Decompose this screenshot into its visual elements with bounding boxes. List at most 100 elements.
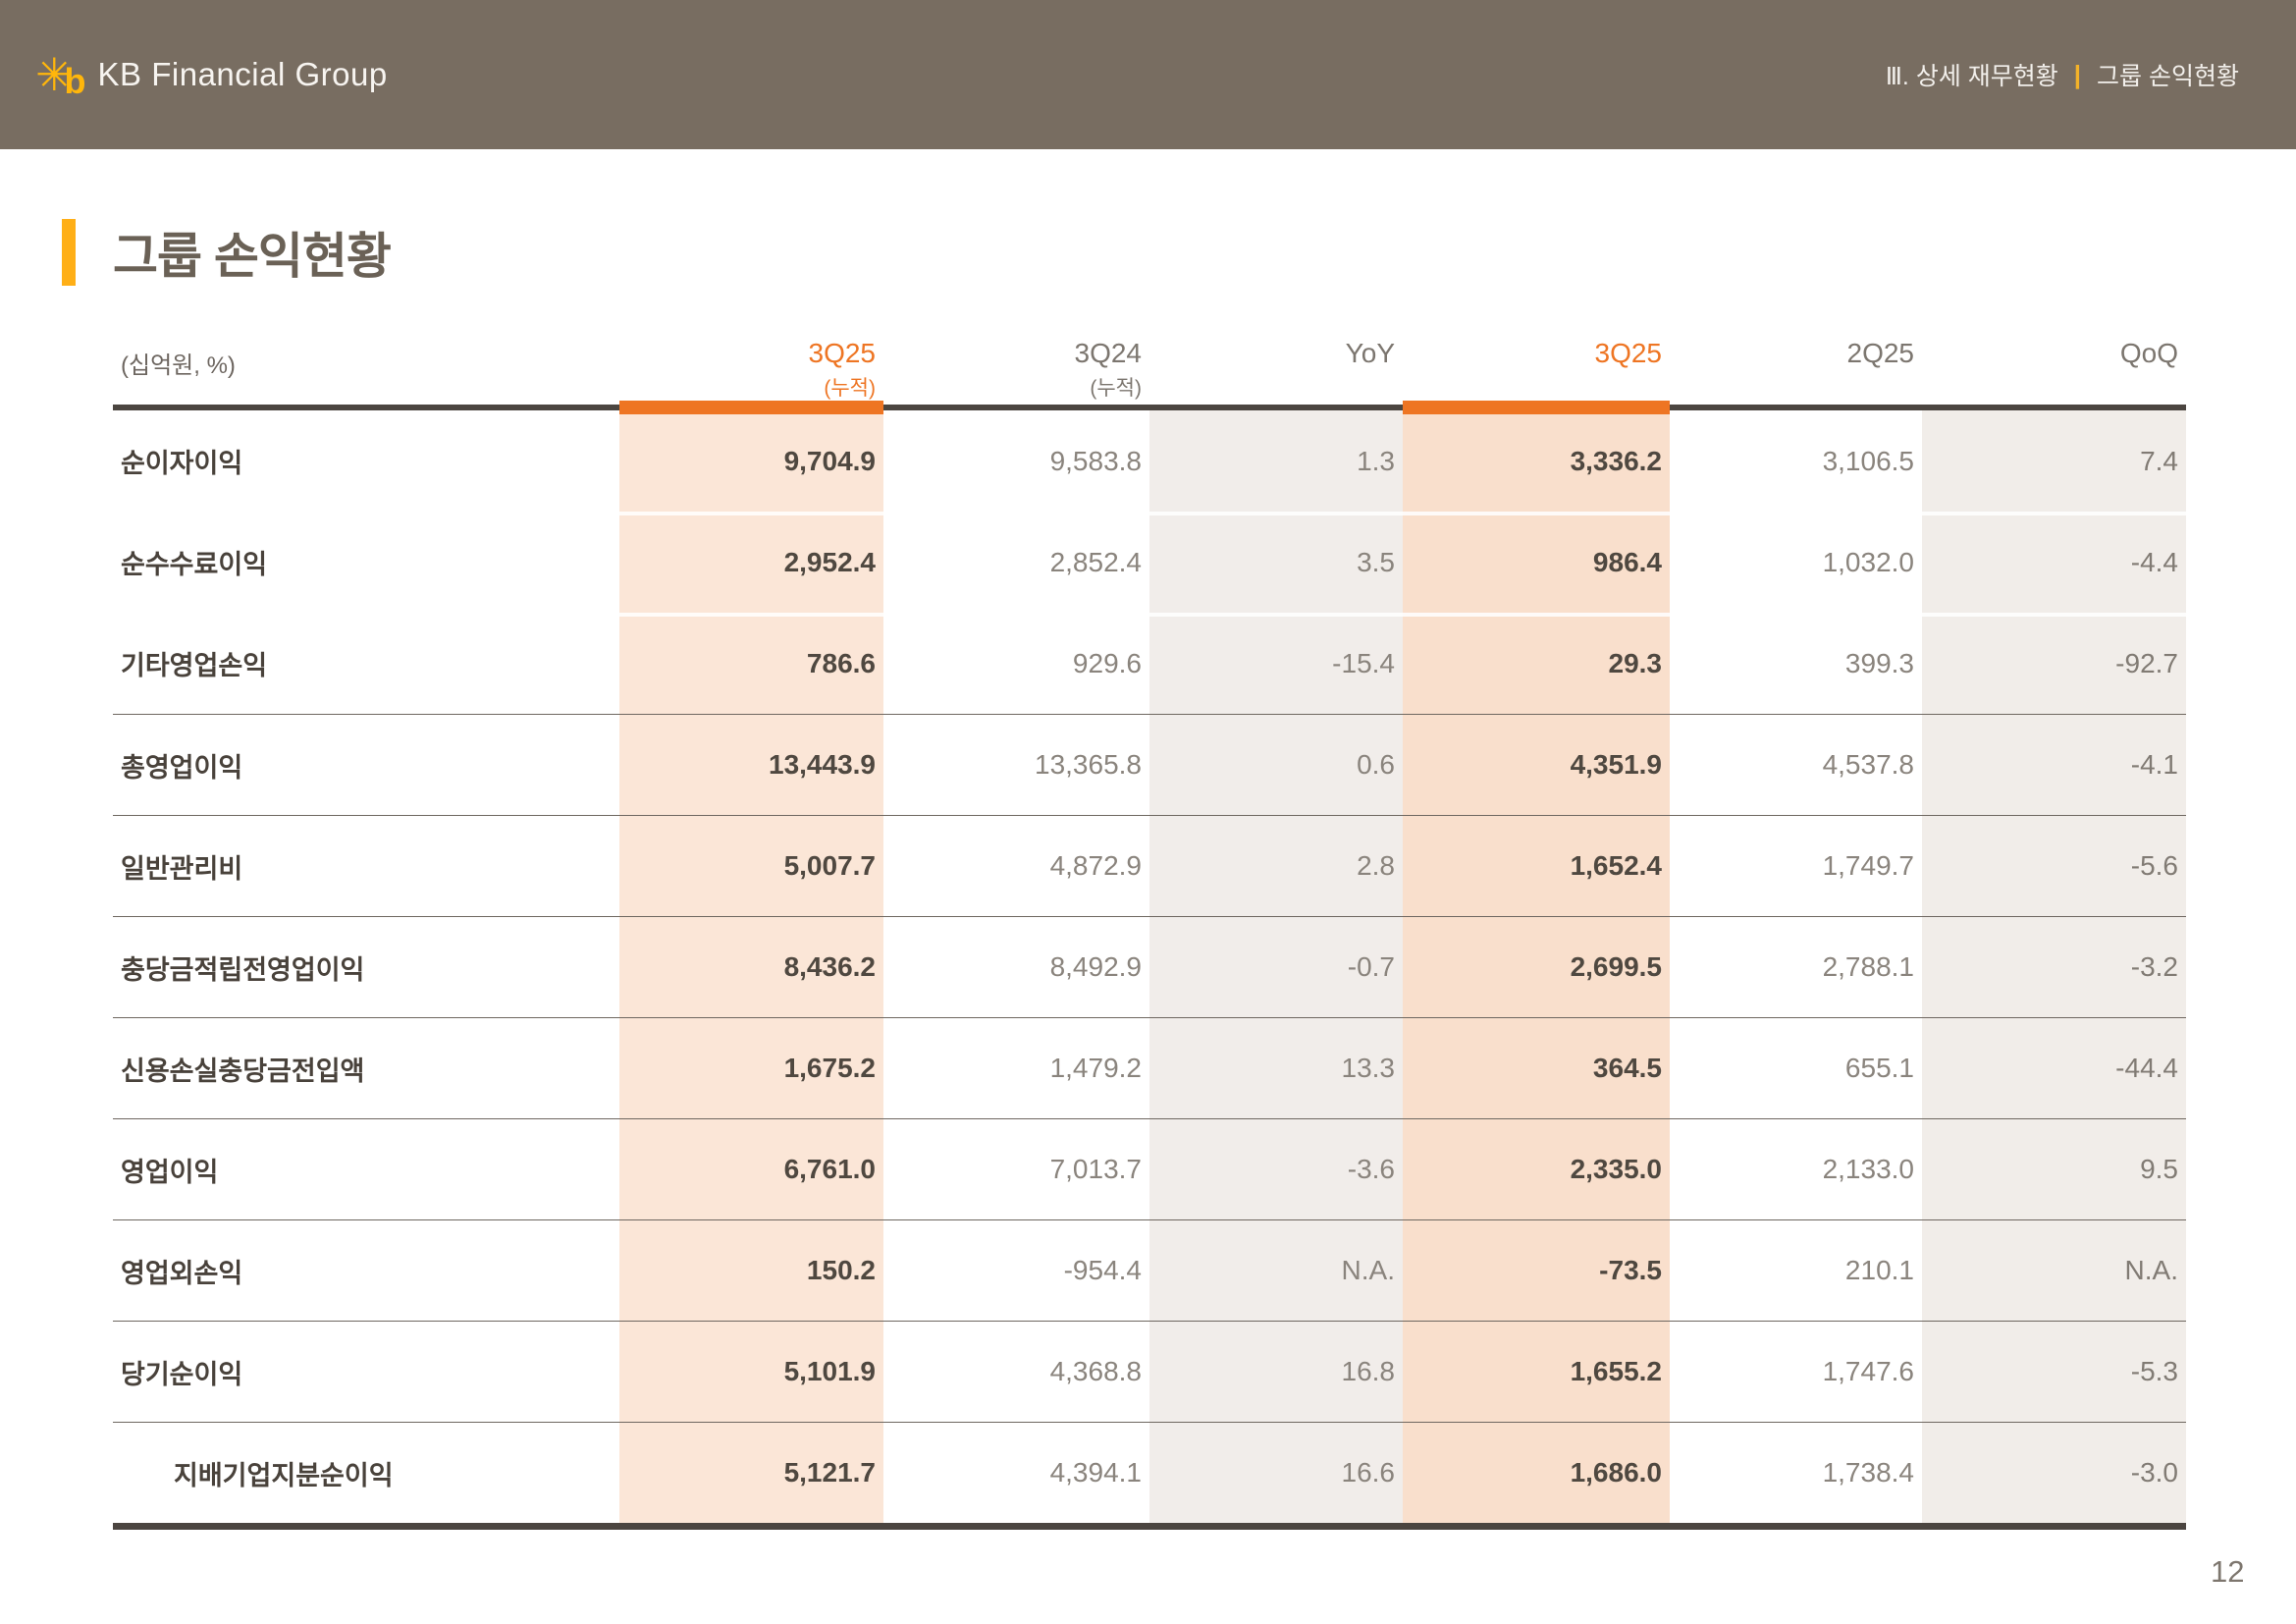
table-row: 영업외손익 150.2 -954.4 N.A. -73.5 210.1 N.A. <box>113 1219 2186 1321</box>
cell-3q24-cum: 2,852.4 <box>1049 546 1142 577</box>
row-divider-light <box>1403 512 1670 515</box>
row-label: 당기순이익 <box>121 1359 243 1389</box>
title-accent-bar <box>62 219 76 286</box>
cell-3q25-cum: 6,761.0 <box>783 1154 876 1184</box>
unit-label: (십억원, %) <box>121 352 236 379</box>
cell-qoq: -4.4 <box>2130 546 2178 577</box>
cell-3q25-cum: 13,443.9 <box>769 749 876 780</box>
breadcrumb-section: Ⅲ. 상세 재무현황 <box>1885 63 2058 90</box>
cell-2q25: 1,749.7 <box>1822 850 1914 881</box>
row-label: 일반관리비 <box>121 853 243 884</box>
row-label: 영업이익 <box>121 1157 219 1187</box>
cell-3q25-quarter: 2,335.0 <box>1570 1154 1662 1184</box>
table-body: 순이자이익 9,704.9 9,583.8 1.3 3,336.2 3,106.… <box>113 410 2186 1523</box>
cell-3q24-cum: 13,365.8 <box>1035 749 1142 780</box>
cell-3q25-cum: 8,436.2 <box>783 951 876 982</box>
table-row: 신용손실충당금전입액 1,675.2 1,479.2 13.3 364.5 65… <box>113 1017 2186 1118</box>
col-header-label: 3Q24 <box>1074 338 1143 368</box>
col-header-label: 3Q25 <box>1594 338 1663 368</box>
cell-yoy: 2.8 <box>1357 850 1395 881</box>
income-statement-table: (십억원, %) 3Q25 (누적) 3Q24 (누적) YoY 3Q25 2Q… <box>113 324 2186 1530</box>
col-header-label: 2Q25 <box>1846 338 1915 368</box>
cell-yoy: 0.6 <box>1357 749 1395 780</box>
cell-3q24-cum: 7,013.7 <box>1049 1154 1142 1184</box>
cell-qoq: -44.4 <box>2115 1053 2178 1083</box>
cell-qoq: N.A. <box>2124 1255 2178 1285</box>
cell-yoy: 16.8 <box>1341 1356 1396 1386</box>
row-divider-light <box>1403 613 1670 617</box>
cell-2q25: 1,747.6 <box>1822 1356 1914 1386</box>
row-divider-light <box>619 613 883 617</box>
cell-2q25: 3,106.5 <box>1822 445 1914 476</box>
table-row: 기타영업손익 786.6 929.6 -15.4 29.3 399.3 -92.… <box>113 613 2186 714</box>
cell-yoy: 3.5 <box>1357 546 1395 577</box>
page-number: 12 <box>2211 1554 2245 1589</box>
cell-3q24-cum: 4,394.1 <box>1049 1457 1142 1488</box>
col-header-yoy: YoY <box>1149 324 1403 405</box>
cell-qoq: -5.6 <box>2130 850 2178 881</box>
row-divider-light <box>1922 512 2186 515</box>
table-row: 영업이익 6,761.0 7,013.7 -3.6 2,335.0 2,133.… <box>113 1118 2186 1219</box>
cell-qoq: -4.1 <box>2130 749 2178 780</box>
breadcrumb-divider: | <box>2073 59 2082 89</box>
col-header-label: QoQ <box>2119 338 2178 368</box>
table-row: 순이자이익 9,704.9 9,583.8 1.3 3,336.2 3,106.… <box>113 410 2186 512</box>
cell-qoq: -5.3 <box>2130 1356 2178 1386</box>
cell-3q25-quarter: 986.4 <box>1592 546 1662 577</box>
col-header-qoq: QoQ <box>1922 324 2186 405</box>
cell-yoy: 16.6 <box>1341 1457 1396 1488</box>
cell-2q25: 399.3 <box>1844 647 1914 678</box>
cell-qoq: 7.4 <box>2140 445 2178 476</box>
cell-3q25-cum: 1,675.2 <box>783 1053 876 1083</box>
cell-3q24-cum: 4,872.9 <box>1049 850 1142 881</box>
cell-3q24-cum: 4,368.8 <box>1049 1356 1142 1386</box>
cell-3q25-quarter: 29.3 <box>1608 647 1663 678</box>
cell-3q25-quarter: 4,351.9 <box>1570 749 1662 780</box>
table-row: 일반관리비 5,007.7 4,872.9 2.8 1,652.4 1,749.… <box>113 815 2186 916</box>
cell-3q24-cum: 8,492.9 <box>1049 951 1142 982</box>
table-bottom-border <box>113 1523 2186 1530</box>
row-label: 총영업이익 <box>121 752 243 783</box>
cell-3q25-cum: 786.6 <box>806 647 876 678</box>
unit-label-cell: (십억원, %) <box>113 324 619 405</box>
cell-2q25: 1,738.4 <box>1822 1457 1914 1488</box>
col-header-label: YoY <box>1345 338 1395 368</box>
table-row: 지배기업지분순이익 5,121.7 4,394.1 16.6 1,686.0 1… <box>113 1422 2186 1523</box>
cell-3q25-quarter: 1,652.4 <box>1570 850 1662 881</box>
cell-3q25-quarter: 364.5 <box>1592 1053 1662 1083</box>
table-row: 충당금적립전영업이익 8,436.2 8,492.9 -0.7 2,699.5 … <box>113 916 2186 1017</box>
col-header-sublabel: (누적) <box>1090 377 1142 401</box>
cell-3q25-quarter: 2,699.5 <box>1570 951 1662 982</box>
cell-yoy: 13.3 <box>1341 1053 1396 1083</box>
cell-yoy: 1.3 <box>1357 445 1395 476</box>
col-header-3q25-cum: 3Q25 (누적) <box>619 324 883 405</box>
row-label: 지배기업지분순이익 <box>174 1460 394 1490</box>
col-header-label: 3Q25 <box>808 338 877 368</box>
page-title: 그룹 손익현황 <box>113 229 392 284</box>
row-label: 순수수료이익 <box>121 550 268 579</box>
cell-3q25-quarter: -73.5 <box>1599 1255 1662 1285</box>
col-header-sublabel: (누적) <box>824 377 876 401</box>
cell-3q24-cum: 929.6 <box>1072 647 1142 678</box>
cell-qoq: -3.2 <box>2130 951 2178 982</box>
row-label: 영업외손익 <box>121 1258 243 1288</box>
cell-3q25-cum: 5,007.7 <box>783 850 876 881</box>
cell-2q25: 4,537.8 <box>1822 749 1914 780</box>
table-header-row: (십억원, %) 3Q25 (누적) 3Q24 (누적) YoY 3Q25 2Q… <box>113 324 2186 405</box>
cell-3q25-cum: 5,121.7 <box>783 1457 876 1488</box>
cell-3q24-cum: 1,479.2 <box>1049 1053 1142 1083</box>
cell-yoy: -3.6 <box>1347 1154 1395 1184</box>
cell-3q25-quarter: 1,655.2 <box>1570 1356 1662 1386</box>
cell-3q25-quarter: 1,686.0 <box>1570 1457 1662 1488</box>
row-label: 신용손실충당금전입액 <box>121 1056 365 1086</box>
row-label: 순이자이익 <box>121 449 243 478</box>
row-divider-light <box>1149 613 1403 617</box>
top-header-bar: ✳ b KB Financial Group Ⅲ. 상세 재무현황 | 그룹 손… <box>0 0 2296 149</box>
row-divider-light <box>1922 613 2186 617</box>
breadcrumb-page: 그룹 손익현황 <box>2097 63 2239 90</box>
col-header-2q25: 2Q25 <box>1670 324 1922 405</box>
brand-text: KB Financial Group <box>97 56 388 92</box>
cell-2q25: 655.1 <box>1844 1053 1914 1083</box>
cell-2q25: 1,032.0 <box>1822 546 1914 577</box>
cell-qoq: -92.7 <box>2115 647 2178 678</box>
